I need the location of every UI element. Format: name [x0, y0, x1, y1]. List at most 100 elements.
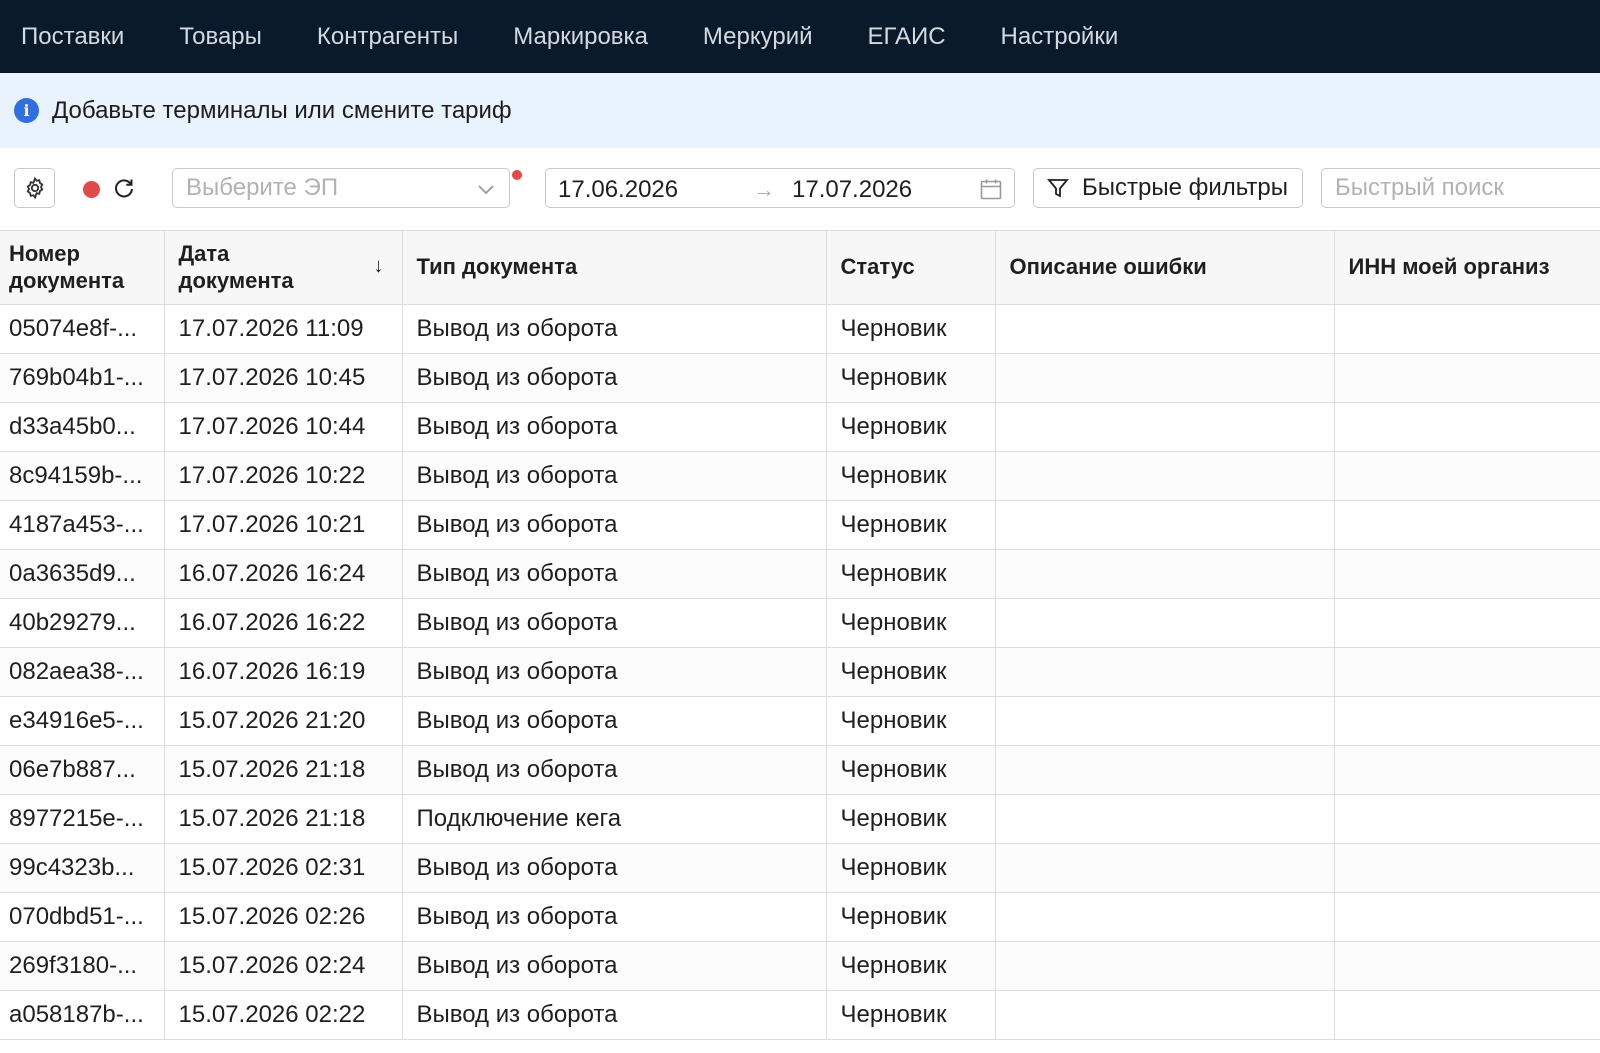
- table-row[interactable]: 06e7b887... 15.07.2026 21:18 Вывод из обор…: [0, 745, 1600, 795]
- cell-error-description: [995, 402, 1335, 452]
- cell-document-status: Черновик: [826, 304, 996, 354]
- cell-my-org-inn: [1334, 549, 1600, 599]
- nav-item-supplies[interactable]: Поставки: [21, 23, 124, 51]
- cell-document-status: Черновик: [826, 843, 996, 893]
- date-to[interactable]: 17.07.2026: [792, 176, 912, 204]
- column-header-number[interactable]: Номер документа: [0, 231, 165, 305]
- documents-table-container: Номер документа Дата документа ↓ Тип докум…: [0, 230, 1600, 1053]
- nav-item-mercury[interactable]: Меркурий: [703, 23, 813, 51]
- table-row[interactable]: 40b29279... 16.07.2026 16:22 Вывод из обор…: [0, 598, 1600, 648]
- nav-item-counterparties[interactable]: Контрагенты: [317, 23, 458, 51]
- cell-my-org-inn: [1334, 598, 1600, 648]
- column-header-number-line-1: Номер: [9, 241, 80, 267]
- cell-document-date: 15.07.2026 02:31: [164, 843, 403, 893]
- cell-document-status: Черновик: [826, 696, 996, 746]
- nav-item-products[interactable]: Товары: [179, 23, 262, 51]
- nav-item-settings[interactable]: Настройки: [1001, 23, 1119, 51]
- cell-document-type: Вывод из оборота: [402, 598, 827, 648]
- table-settings-button[interactable]: [14, 168, 55, 208]
- ep-select-placeholder: Выберите ЭП: [186, 174, 339, 201]
- cell-document-status: Черновик: [826, 892, 996, 942]
- cell-document-number: 082aea38-...: [0, 647, 165, 697]
- date-from[interactable]: 17.06.2026: [558, 176, 678, 204]
- cell-error-description: [995, 451, 1335, 501]
- refresh-icon: [115, 179, 133, 198]
- table-row[interactable]: e34916e5-... 15.07.2026 21:20 Вывод из обо…: [0, 696, 1600, 746]
- calendar-icon[interactable]: [979, 177, 1003, 201]
- table-row[interactable]: 769b04b1-... 17.07.2026 10:45 Вывод из обо…: [0, 353, 1600, 403]
- table-row[interactable]: 8c94159b-... 17.07.2026 10:22 Вывод из обо…: [0, 451, 1600, 501]
- cell-document-date: 15.07.2026 02:22: [164, 990, 403, 1040]
- table-row[interactable]: 0a3635d9... 16.07.2026 16:24 Вывод из обор…: [0, 549, 1600, 599]
- cell-document-type: Вывод из оборота: [402, 843, 827, 893]
- cell-error-description: [995, 941, 1335, 991]
- column-header-type[interactable]: Тип документа: [402, 231, 827, 305]
- nav-item-egais[interactable]: ЕГАИС: [868, 23, 946, 51]
- cell-document-status: Черновик: [826, 647, 996, 697]
- cell-document-date: 17.07.2026 10:21: [164, 500, 403, 550]
- cell-document-date: 15.07.2026 21:18: [164, 794, 403, 844]
- cell-document-type: Вывод из оборота: [402, 402, 827, 452]
- cell-my-org-inn: [1334, 304, 1600, 354]
- cell-document-number: 070dbd51-...: [0, 892, 165, 942]
- cell-my-org-inn: [1334, 500, 1600, 550]
- cell-error-description: [995, 696, 1335, 746]
- cell-document-date: 17.07.2026 10:44: [164, 402, 403, 452]
- quick-search-input[interactable]: [1321, 168, 1600, 208]
- cell-document-number: 05074e8f-...: [0, 304, 165, 354]
- nav-item-marking[interactable]: Маркировка: [513, 23, 648, 51]
- cell-document-date: 15.07.2026 21:20: [164, 696, 403, 746]
- cell-document-type: Вывод из оборота: [402, 353, 827, 403]
- column-header-date[interactable]: Дата документа ↓: [164, 231, 403, 305]
- cell-error-description: [995, 892, 1335, 942]
- cell-document-type: Вывод из оборота: [402, 647, 827, 697]
- cell-my-org-inn: [1334, 451, 1600, 501]
- table-row[interactable]: 05074e8f-... 17.07.2026 11:09 Вывод из обо…: [0, 304, 1600, 354]
- documents-table: Номер документа Дата документа ↓ Тип докум…: [0, 231, 1600, 1040]
- table-row[interactable]: a058187b-... 15.07.2026 02:22 Вывод из обо…: [0, 990, 1600, 1040]
- table-row[interactable]: 070dbd51-... 15.07.2026 02:26 Вывод из обо…: [0, 892, 1600, 942]
- cell-my-org-inn: [1334, 990, 1600, 1040]
- column-header-error-description[interactable]: Описание ошибки: [995, 231, 1335, 305]
- cell-document-status: Черновик: [826, 353, 996, 403]
- quick-filters-button[interactable]: Быстрые фильтры: [1033, 168, 1303, 208]
- table-row[interactable]: 99c4323b... 15.07.2026 02:31 Вывод из обор…: [0, 843, 1600, 893]
- cell-my-org-inn: [1334, 794, 1600, 844]
- table-row[interactable]: 8977215e-... 15.07.2026 21:18 Подключение …: [0, 794, 1600, 844]
- date-range-picker[interactable]: 17.06.2026 → 17.07.2026: [545, 168, 1015, 208]
- cell-document-number: 40b29279...: [0, 598, 165, 648]
- chevron-down-icon: [478, 185, 494, 195]
- table-row[interactable]: d33a45b0... 17.07.2026 10:44 Вывод из обор…: [0, 402, 1600, 452]
- info-icon: i: [14, 98, 39, 123]
- cell-my-org-inn: [1334, 843, 1600, 893]
- cell-error-description: [995, 598, 1335, 648]
- table-body: 05074e8f-... 17.07.2026 11:09 Вывод из обо…: [0, 304, 1600, 1040]
- cell-document-number: 269f3180-...: [0, 941, 165, 991]
- cell-document-number: 06e7b887...: [0, 745, 165, 795]
- column-header-status[interactable]: Статус: [826, 231, 996, 305]
- cell-document-type: Вывод из оборота: [402, 941, 827, 991]
- table-row[interactable]: 269f3180-... 15.07.2026 02:24 Вывод из обо…: [0, 941, 1600, 991]
- ep-select[interactable]: Выберите ЭП: [172, 168, 510, 208]
- table-row[interactable]: 082aea38-... 16.07.2026 16:19 Вывод из обо…: [0, 647, 1600, 697]
- cell-document-status: Черновик: [826, 549, 996, 599]
- cell-document-status: Черновик: [826, 402, 996, 452]
- table-row[interactable]: 4187a453-... 17.07.2026 10:21 Вывод из обо…: [0, 500, 1600, 550]
- cell-my-org-inn: [1334, 696, 1600, 746]
- cell-error-description: [995, 549, 1335, 599]
- cell-document-date: 15.07.2026 02:26: [164, 892, 403, 942]
- cell-my-org-inn: [1334, 353, 1600, 403]
- banner-text: Добавьте терминалы или смените тариф: [52, 96, 512, 124]
- cell-document-date: 15.07.2026 21:18: [164, 745, 403, 795]
- cell-document-type: Вывод из оборота: [402, 696, 827, 746]
- column-header-my-org-inn[interactable]: ИНН моей организ: [1334, 231, 1600, 305]
- top-navigation: Поставки Товары Контрагенты Маркировка М…: [0, 0, 1600, 73]
- cell-document-status: Черновик: [826, 990, 996, 1040]
- sort-descending-icon[interactable]: ↓: [374, 255, 384, 278]
- cell-document-date: 16.07.2026 16:19: [164, 647, 403, 697]
- refresh-button[interactable]: [113, 174, 135, 202]
- cell-my-org-inn: [1334, 647, 1600, 697]
- cell-document-date: 16.07.2026 16:22: [164, 598, 403, 648]
- cell-document-date: 17.07.2026 10:45: [164, 353, 403, 403]
- cell-document-status: Черновик: [826, 500, 996, 550]
